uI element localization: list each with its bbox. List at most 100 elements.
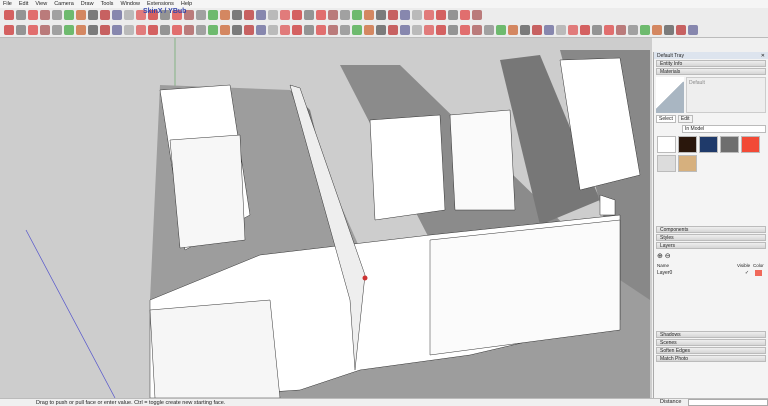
tool-icon[interactable] [448, 10, 458, 20]
menu-file[interactable]: File [3, 1, 12, 7]
tool-icon[interactable] [400, 10, 410, 20]
tool-icon[interactable] [220, 24, 230, 35]
tool-icon[interactable] [652, 24, 662, 35]
material-swatch[interactable] [699, 136, 718, 153]
material-swatch[interactable] [657, 136, 676, 153]
panel-match-photo[interactable]: Match Photo [656, 355, 766, 362]
tool-icon[interactable] [628, 24, 638, 35]
tool-icon[interactable] [388, 24, 398, 35]
menu-draw[interactable]: Draw [81, 1, 94, 7]
tool-icon[interactable] [280, 10, 290, 20]
tool-icon[interactable] [292, 24, 302, 35]
tool-icon[interactable] [448, 24, 458, 35]
tool-icon[interactable] [664, 24, 674, 35]
tool-icon[interactable] [88, 24, 98, 35]
tool-icon[interactable] [472, 10, 482, 20]
tool-icon[interactable] [64, 10, 74, 20]
tool-icon[interactable] [340, 24, 350, 35]
tool-icon[interactable] [124, 24, 134, 35]
panel-entity-info[interactable]: Entity Info [656, 60, 766, 67]
tool-icon[interactable] [76, 24, 86, 35]
tool-icon[interactable] [532, 24, 542, 35]
tool-icon[interactable] [256, 24, 266, 35]
tool-icon[interactable] [280, 24, 290, 35]
tool-icon[interactable] [64, 24, 74, 35]
tool-icon[interactable] [484, 24, 494, 35]
tool-icon[interactable] [580, 24, 590, 35]
tool-icon[interactable] [460, 24, 470, 35]
tool-icon[interactable] [244, 10, 254, 20]
material-swatch[interactable] [720, 136, 739, 153]
model-viewport[interactable] [0, 38, 652, 398]
material-name-field[interactable]: Default [686, 77, 766, 113]
tool-icon[interactable] [232, 24, 242, 35]
material-swatch[interactable] [657, 155, 676, 172]
tool-icon[interactable] [52, 10, 62, 20]
tool-icon[interactable] [112, 24, 122, 35]
tool-icon[interactable] [76, 10, 86, 20]
tool-icon[interactable] [304, 10, 314, 20]
tool-icon[interactable] [556, 24, 566, 35]
panel-materials[interactable]: Materials [656, 68, 766, 75]
panel-shadows[interactable]: Shadows [656, 331, 766, 338]
tool-icon[interactable] [316, 10, 326, 20]
tool-icon[interactable] [616, 24, 626, 35]
tool-icon[interactable] [520, 24, 530, 35]
tool-icon[interactable] [100, 24, 110, 35]
material-swatch[interactable] [678, 136, 697, 153]
layer-color[interactable] [755, 270, 762, 276]
tool-icon[interactable] [340, 10, 350, 20]
tool-icon[interactable] [160, 24, 170, 35]
panel-components[interactable]: Components [656, 226, 766, 233]
tool-icon[interactable] [688, 24, 698, 35]
panel-styles[interactable]: Styles [656, 234, 766, 241]
tool-icon[interactable] [424, 24, 434, 35]
tool-icon[interactable] [400, 24, 410, 35]
tool-icon[interactable] [208, 10, 218, 20]
tool-icon[interactable] [220, 10, 230, 20]
layer-row[interactable]: Layer0 ✓ [657, 270, 765, 276]
tool-icon[interactable] [184, 24, 194, 35]
tool-icon[interactable] [196, 24, 206, 35]
tool-icon[interactable] [16, 24, 26, 35]
tool-icon[interactable] [508, 24, 518, 35]
tool-icon[interactable] [172, 24, 182, 35]
tool-icon[interactable] [124, 10, 134, 20]
tool-icon[interactable] [268, 10, 278, 20]
tool-icon[interactable] [328, 10, 338, 20]
panel-layers[interactable]: Layers [656, 242, 766, 249]
tool-icon[interactable] [376, 24, 386, 35]
tool-icon[interactable] [364, 24, 374, 35]
menu-tools[interactable]: Tools [101, 1, 114, 7]
menu-window[interactable]: Window [120, 1, 140, 7]
tool-icon[interactable] [52, 24, 62, 35]
tool-icon[interactable] [304, 24, 314, 35]
tool-icon[interactable] [352, 24, 362, 35]
tool-icon[interactable] [4, 10, 14, 20]
tool-icon[interactable] [88, 10, 98, 20]
tool-icon[interactable] [592, 24, 602, 35]
tab-select[interactable]: Select [656, 115, 676, 123]
tool-icon[interactable] [196, 10, 206, 20]
tool-icon[interactable] [16, 10, 26, 20]
tool-icon[interactable] [292, 10, 302, 20]
tool-icon[interactable] [244, 24, 254, 35]
tab-edit[interactable]: Edit [677, 115, 693, 123]
tool-icon[interactable] [388, 10, 398, 20]
material-swatch[interactable] [741, 136, 760, 153]
tool-icon[interactable] [436, 24, 446, 35]
tool-icon[interactable] [328, 24, 338, 35]
tool-icon[interactable] [40, 24, 50, 35]
tool-icon[interactable] [472, 24, 482, 35]
layer-visible-checkbox[interactable]: ✓ [739, 270, 755, 276]
tool-icon[interactable] [424, 10, 434, 20]
tool-icon[interactable] [136, 24, 146, 35]
distance-input[interactable] [688, 399, 768, 406]
panel-soften-edges[interactable]: Soften Edges [656, 347, 766, 354]
tool-icon[interactable] [460, 10, 470, 20]
menu-extensions[interactable]: Extensions [147, 1, 174, 7]
tool-icon[interactable] [112, 10, 122, 20]
tool-icon[interactable] [4, 24, 14, 35]
tool-icon[interactable] [412, 10, 422, 20]
add-layer-icon[interactable]: ⊕ ⊖ [657, 252, 765, 260]
